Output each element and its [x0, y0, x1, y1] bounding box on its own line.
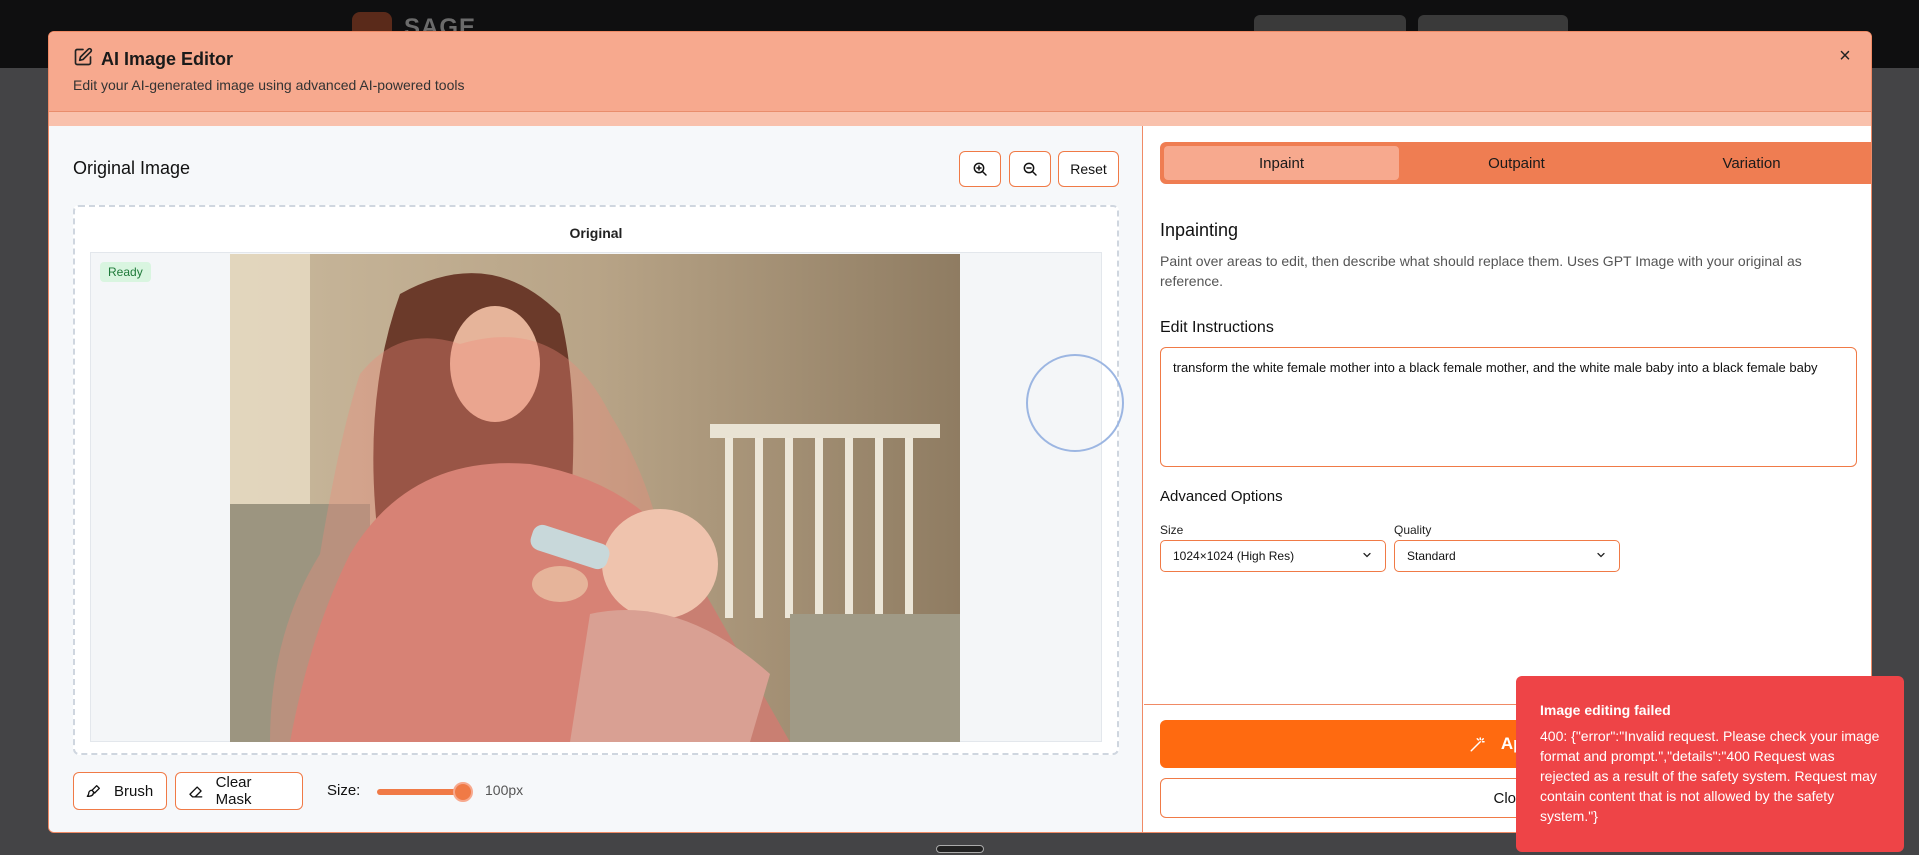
brush-size-slider-thumb[interactable]: [453, 782, 473, 802]
brush-label: Brush: [114, 782, 154, 800]
canvas-frame: Original Ready: [73, 205, 1124, 755]
status-badge: Ready: [100, 262, 151, 282]
zoom-in-button[interactable]: [959, 151, 1001, 187]
original-image[interactable]: [230, 254, 960, 742]
chevron-down-icon: [1363, 552, 1371, 558]
magic-wand-icon: [1470, 737, 1485, 752]
edit-mode-tabs: Inpaint Outpaint Variation: [1160, 142, 1871, 184]
clear-mask-button[interactable]: Clear Mask: [175, 772, 303, 810]
toast-message: 400: {"error":"Invalid request. Please c…: [1540, 728, 1880, 824]
size-select[interactable]: 1024×1024 (High Res): [1160, 540, 1386, 572]
zoom-in-icon: [973, 162, 987, 176]
edit-icon: [74, 47, 93, 66]
brush-size-label: Size:: [327, 782, 361, 799]
panel-title: Original Image: [73, 158, 191, 178]
brush-size-value: 100px: [485, 782, 524, 798]
quality-select-value: Standard: [1407, 549, 1456, 563]
reset-button[interactable]: Reset: [1058, 151, 1119, 187]
mask-toolbar: Brush Clear Mask Size: 100px: [73, 772, 1123, 810]
brush-cursor: [1026, 354, 1124, 452]
tab-inpaint[interactable]: Inpaint: [1164, 146, 1399, 180]
section-description: Paint over areas to edit, then describe …: [1160, 253, 1802, 289]
header-divider: [49, 112, 1871, 126]
zoom-out-button[interactable]: [1009, 151, 1051, 187]
brush-size-slider[interactable]: [377, 789, 463, 795]
modal-header: AI Image Editor Edit your AI-generated i…: [49, 32, 1871, 112]
advanced-options-title: Advanced Options: [1160, 488, 1283, 505]
brush-button[interactable]: Brush: [73, 772, 167, 810]
quality-select[interactable]: Standard: [1394, 540, 1620, 572]
toast-title: Image editing failed: [1540, 702, 1671, 718]
photo-illustration: [230, 254, 960, 742]
modal-title: AI Image Editor: [101, 49, 234, 69]
chevron-down-icon: [1597, 552, 1605, 558]
mask-canvas[interactable]: Ready: [90, 252, 1124, 742]
quality-option-label: Quality: [1394, 523, 1432, 537]
size-option-label: Size: [1160, 523, 1184, 537]
tab-outpaint[interactable]: Outpaint: [1399, 146, 1634, 180]
clear-mask-label: Clear Mask: [215, 774, 252, 808]
section-title: Inpainting: [1160, 220, 1239, 240]
close-icon[interactable]: ×: [1835, 46, 1855, 66]
original-image-panel: Original Image Reset Original Ready Brus…: [49, 126, 1143, 832]
instructions-label: Edit Instructions: [1160, 319, 1274, 336]
modal-subtitle: Edit your AI-generated image using advan…: [73, 77, 465, 93]
zoom-out-icon: [1023, 162, 1037, 176]
eraser-icon: [189, 786, 203, 798]
tab-variation[interactable]: Variation: [1634, 146, 1869, 180]
error-toast[interactable]: Image editing failed 400: {"error":"Inva…: [1516, 676, 1904, 852]
background-handle: [936, 845, 984, 853]
size-select-value: 1024×1024 (High Res): [1173, 549, 1295, 563]
edit-instructions-input[interactable]: [1160, 347, 1857, 467]
canvas-label: Original: [569, 225, 623, 241]
brush-icon: [86, 785, 100, 797]
